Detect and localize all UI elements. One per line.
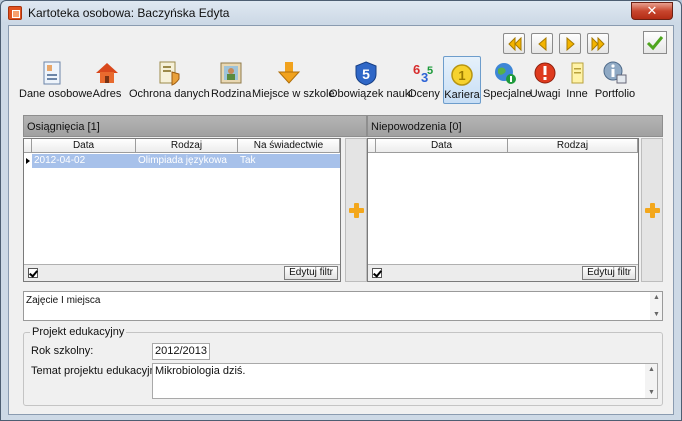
row-indicator-header xyxy=(24,139,32,153)
window-title: Kartoteka osobowa: Baczyńska Edyta xyxy=(28,6,230,20)
title-bar[interactable]: Kartoteka osobowa: Baczyńska Edyta ✕ xyxy=(1,1,681,25)
main-window: Kartoteka osobowa: Baczyńska Edyta ✕ Dan… xyxy=(0,0,682,421)
shield-document-icon xyxy=(156,60,182,86)
toolbar-item-portfolio[interactable]: Portfolio xyxy=(592,56,638,104)
column-header-type[interactable]: Rodzaj xyxy=(136,139,238,153)
first-record-icon xyxy=(508,37,522,51)
project-group: Projekt edukacyjny Rok szkolny: 2012/201… xyxy=(23,326,663,406)
achievements-grid-footer: Edytuj filtr xyxy=(24,264,340,281)
cell-type: Olimpiada językowa xyxy=(136,154,238,168)
scroll-up-icon[interactable]: ▲ xyxy=(653,294,660,301)
details-memo[interactable]: Zajęcie I miejsca ▲ ▼ xyxy=(23,291,663,321)
family-picture-icon xyxy=(218,60,244,86)
project-topic-text: Mikrobiologia dziś. xyxy=(155,365,246,377)
toolbar-item-uwagi[interactable]: Uwagi xyxy=(529,56,561,104)
achievements-grid[interactable]: Data Rodzaj Na świadectwie 2012-04-02 Ol… xyxy=(23,138,341,282)
warning-icon xyxy=(532,60,558,86)
arrow-down-icon xyxy=(276,60,302,86)
info-portfolio-icon xyxy=(602,60,628,86)
note-icon xyxy=(564,60,590,86)
app-icon xyxy=(8,6,22,20)
toolbar-item-miejsce-w-szkole[interactable]: Miejsce w szkole xyxy=(252,56,335,104)
close-button[interactable]: ✕ xyxy=(631,2,673,20)
column-header-date[interactable]: Data xyxy=(376,139,508,153)
toolbar-item-adres[interactable]: Adres xyxy=(87,56,127,104)
toolbar-item-obowiazek-nauki[interactable]: 5 Obowiązek nauki xyxy=(329,56,413,104)
column-header-date[interactable]: Data xyxy=(32,139,136,153)
achievements-filter-checkbox[interactable] xyxy=(28,268,38,278)
school-year-input[interactable]: 2012/2013 xyxy=(152,343,210,360)
toolbar-item-inne[interactable]: Inne xyxy=(564,56,590,104)
project-legend: Projekt edukacyjny xyxy=(30,326,127,338)
first-record-button[interactable] xyxy=(503,33,525,54)
scroll-down-icon[interactable]: ▼ xyxy=(648,389,655,396)
svg-text:5: 5 xyxy=(427,65,433,77)
current-row-icon xyxy=(26,158,30,164)
failures-grid-footer: Edytuj filtr xyxy=(368,264,638,281)
add-achievement-button[interactable] xyxy=(345,138,367,282)
cell-on-certificate: Tak xyxy=(238,154,340,168)
number-five-icon: 5 xyxy=(353,60,379,86)
failures-edit-filter-button[interactable]: Edytuj filtr xyxy=(582,266,636,280)
failures-filter-checkbox[interactable] xyxy=(372,268,382,278)
memo-scrollbar[interactable]: ▲ ▼ xyxy=(650,292,662,320)
svg-text:5: 5 xyxy=(362,66,370,82)
school-year-label: Rok szkolny: xyxy=(31,345,94,357)
add-failure-button[interactable] xyxy=(641,138,663,282)
toolbar-item-dane-osobowe[interactable]: Dane osobowe xyxy=(19,56,92,104)
column-header-type[interactable]: Rodzaj xyxy=(508,139,638,153)
details-memo-text: Zajęcie I miejsca xyxy=(26,295,101,306)
achievements-grid-header: Data Rodzaj Na świadectwie xyxy=(24,139,340,153)
scroll-up-icon[interactable]: ▲ xyxy=(648,366,655,373)
previous-record-button[interactable] xyxy=(531,33,553,54)
id-card-icon xyxy=(39,60,65,86)
project-topic-input[interactable]: Mikrobiologia dziś. ▲ ▼ xyxy=(152,363,658,399)
toolbar-item-ochrona-danych[interactable]: Ochrona danych xyxy=(129,56,210,104)
toolbar-item-kariera[interactable]: 1 Kariera xyxy=(443,56,481,104)
failures-header: Niepowodzenia [0] xyxy=(367,115,663,137)
failures-grid[interactable]: Data Rodzaj Edytuj filtr xyxy=(367,138,639,282)
grades-icon: 635 xyxy=(411,60,437,86)
achievements-edit-filter-button[interactable]: Edytuj filtr xyxy=(284,266,338,280)
plus-icon xyxy=(349,203,364,218)
last-record-button[interactable] xyxy=(587,33,609,54)
toolbar-item-specjalne[interactable]: Specjalne xyxy=(483,56,531,104)
scroll-down-icon[interactable]: ▼ xyxy=(653,311,660,318)
cell-date: 2012-04-02 xyxy=(32,154,136,168)
row-indicator-header xyxy=(368,139,376,153)
failures-grid-header: Data Rodzaj xyxy=(368,139,638,153)
last-record-icon xyxy=(591,37,605,51)
previous-record-icon xyxy=(538,37,547,51)
row-indicator xyxy=(24,154,32,168)
checkmark-icon xyxy=(646,36,664,51)
house-icon xyxy=(94,60,120,86)
confirm-button[interactable] xyxy=(643,31,667,54)
svg-text:1: 1 xyxy=(458,68,465,83)
next-record-button[interactable] xyxy=(559,33,581,54)
svg-text:6: 6 xyxy=(413,62,420,77)
plus-icon xyxy=(645,203,660,218)
column-header-on-certificate[interactable]: Na świadectwie xyxy=(238,139,340,153)
client-area: Dane osobowe Adres Ochrona danych Rodzin… xyxy=(8,25,674,415)
table-row[interactable]: 2012-04-02 Olimpiada językowa Tak xyxy=(24,154,340,168)
toolbar-item-oceny[interactable]: 635 Oceny xyxy=(406,56,442,104)
achievements-header: Osiągnięcia [1] xyxy=(23,115,367,137)
globe-icon xyxy=(492,60,518,86)
topic-scrollbar[interactable]: ▲ ▼ xyxy=(645,364,657,398)
medal-icon: 1 xyxy=(449,61,475,87)
record-navigation xyxy=(503,33,609,54)
next-record-icon xyxy=(566,37,575,51)
toolbar-item-rodzina[interactable]: Rodzina xyxy=(211,56,251,104)
